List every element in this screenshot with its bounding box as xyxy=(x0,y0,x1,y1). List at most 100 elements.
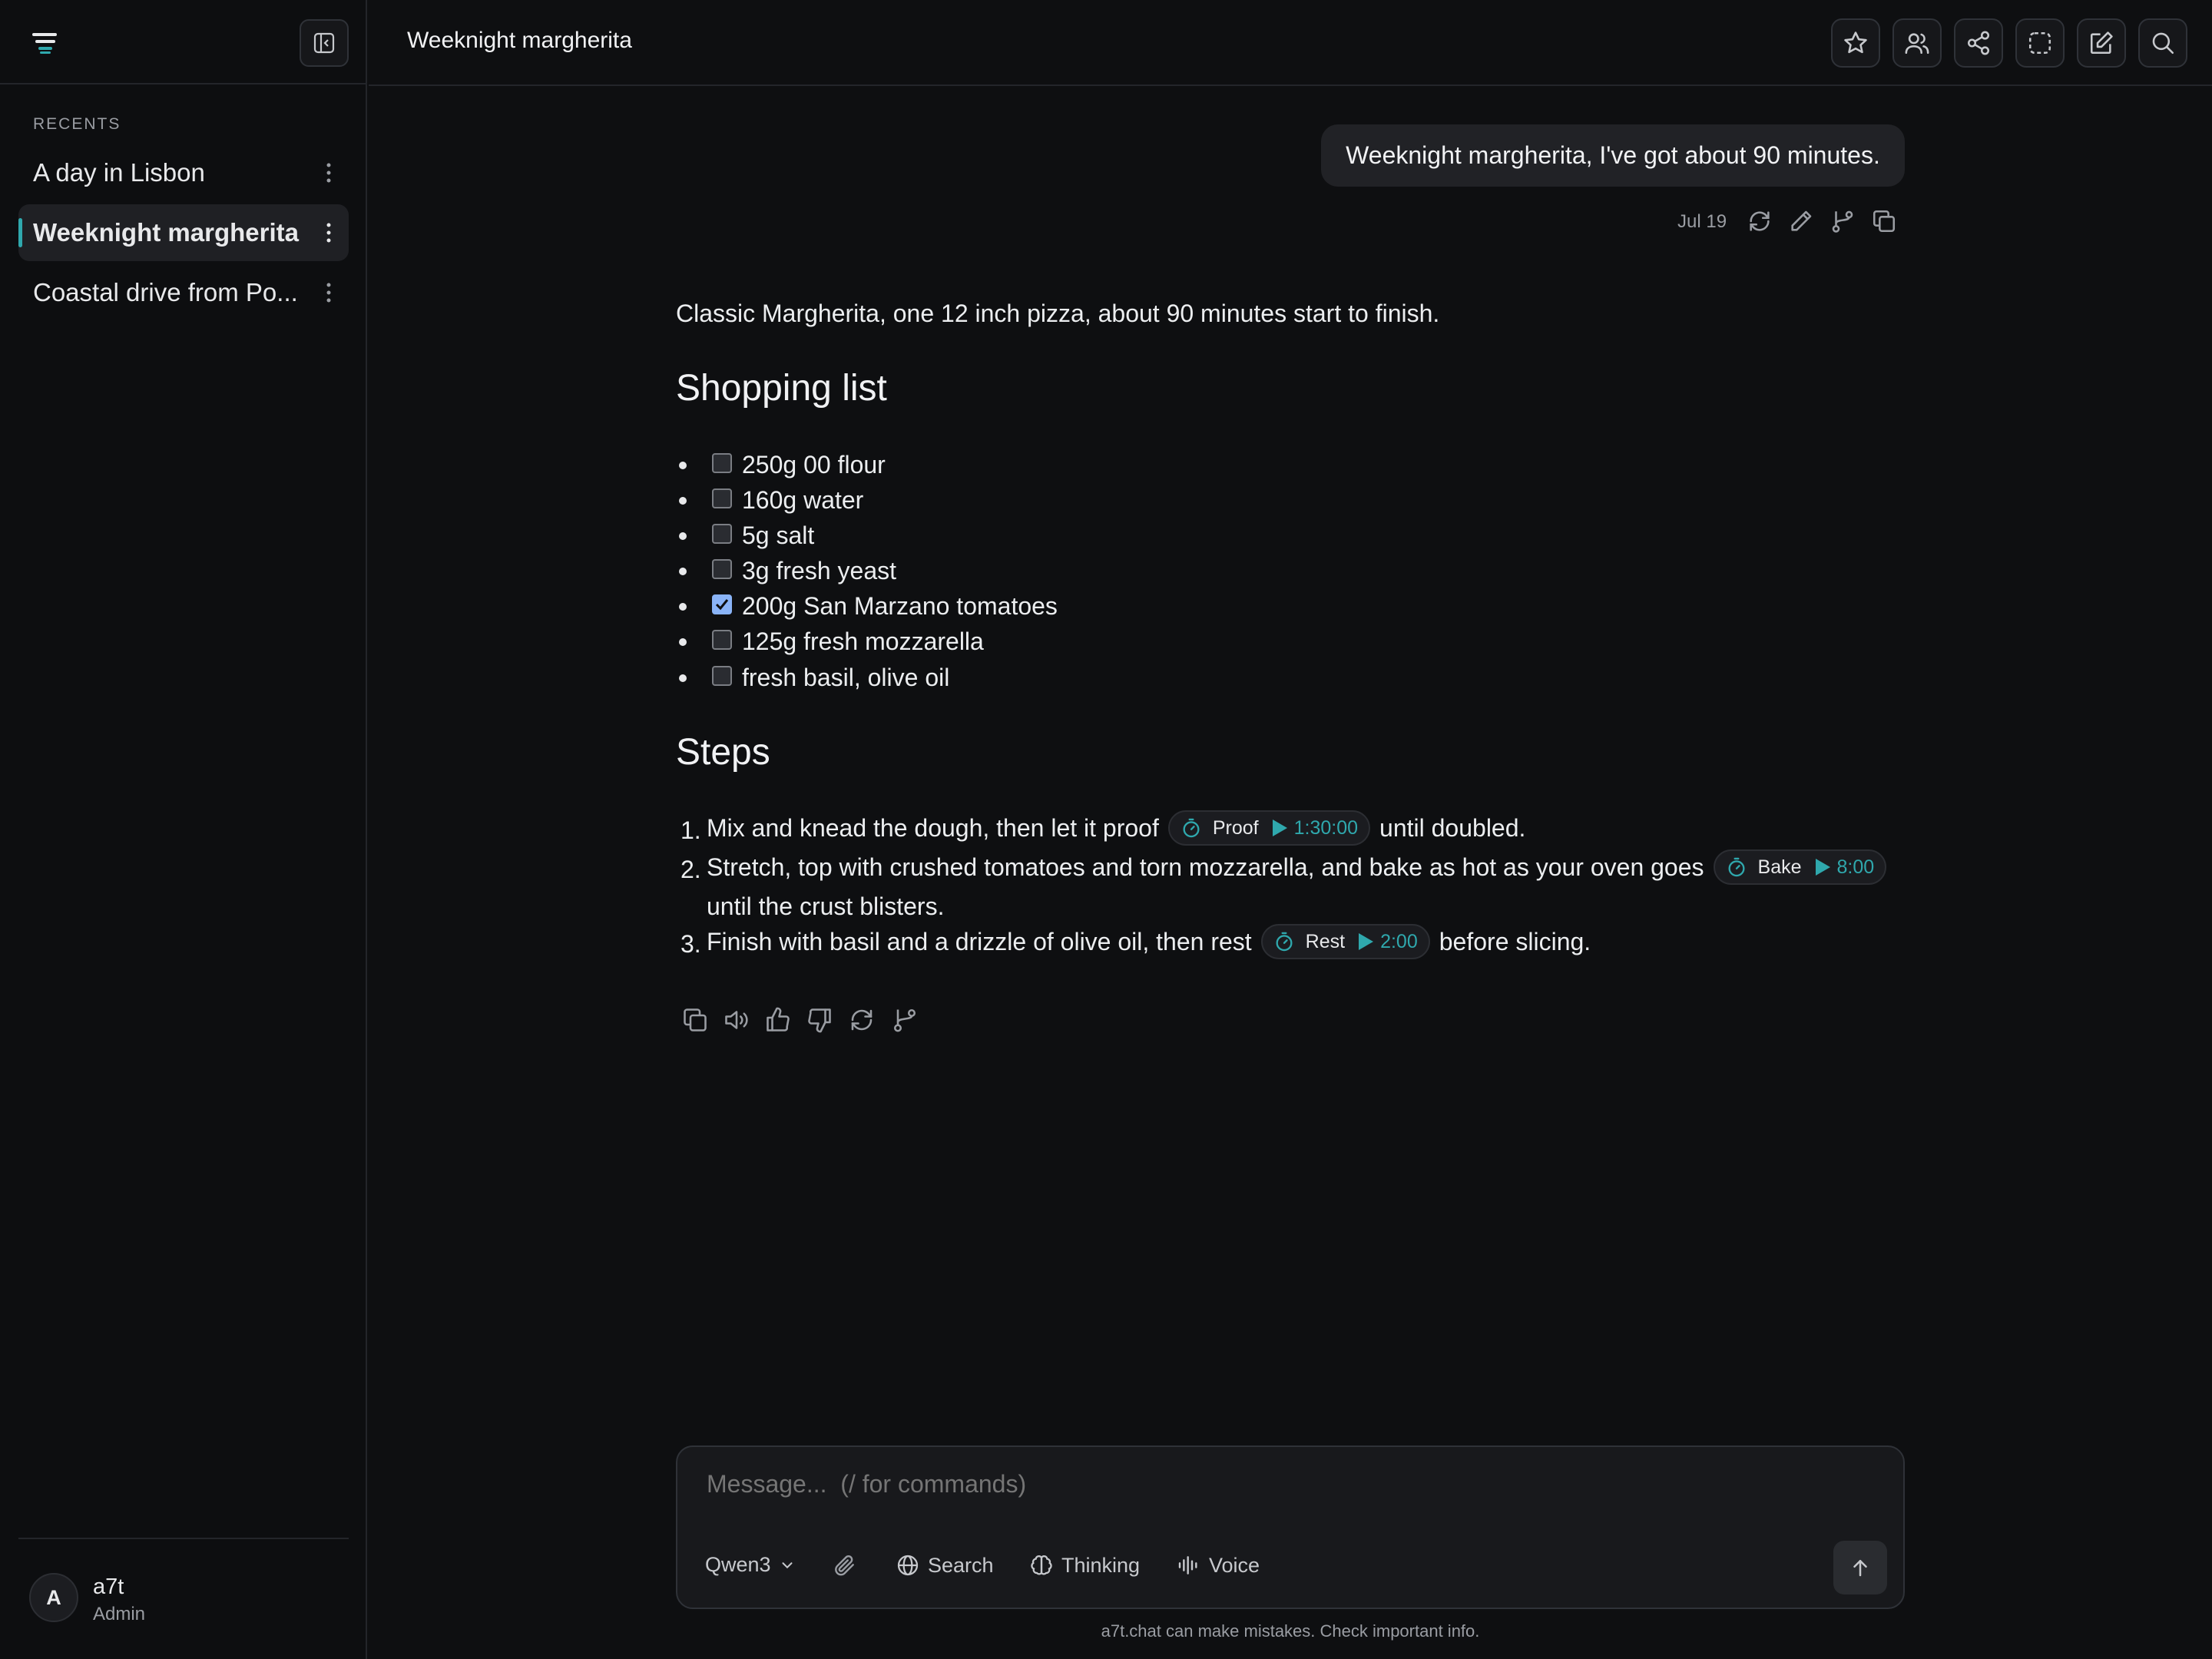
header: Weeknight margherita xyxy=(369,0,2212,86)
timer-rest[interactable]: Rest 2:00 xyxy=(1260,924,1430,959)
thumbs-down-icon[interactable] xyxy=(806,1006,833,1034)
step-number: 1. xyxy=(680,816,701,844)
more-options-icon[interactable] xyxy=(326,161,332,184)
timer-label: Bake xyxy=(1757,856,1802,878)
search-toggle[interactable]: Search xyxy=(896,1553,994,1578)
user-message-text: Weeknight margherita, I've got about 90 … xyxy=(1346,141,1880,169)
avatar[interactable]: A xyxy=(29,1573,78,1622)
sidebar-item-a-day-in-lisbon[interactable]: A day in Lisbon xyxy=(18,144,349,201)
sidebar-collapse-icon xyxy=(313,32,335,54)
audio-waveform-icon xyxy=(1178,1556,1197,1575)
select-region-icon xyxy=(2028,31,2051,55)
copy-icon[interactable] xyxy=(681,1006,709,1034)
arrow-up-icon xyxy=(1853,1560,1867,1577)
sidebar-header xyxy=(0,0,366,84)
attach-button[interactable] xyxy=(833,1553,865,1578)
item-checkbox[interactable] xyxy=(712,630,732,650)
collaborators-button[interactable] xyxy=(1892,18,1942,68)
sidebar-divider xyxy=(18,1538,349,1539)
stopwatch-icon xyxy=(1728,857,1745,877)
sidebar-item-label: Coastal drive from Po... xyxy=(33,278,298,306)
item-text: 5g salt xyxy=(742,522,815,549)
user-name[interactable]: a7t xyxy=(93,1575,124,1600)
star-icon xyxy=(1844,31,1867,54)
brain-icon xyxy=(1031,1555,1052,1575)
favorite-button[interactable] xyxy=(1831,18,1880,68)
globe-icon xyxy=(897,1555,919,1576)
app-logo-icon[interactable] xyxy=(31,31,58,55)
timer-bake[interactable]: Bake 8:00 xyxy=(1713,849,1887,885)
thinking-toggle[interactable]: Thinking xyxy=(1029,1553,1140,1578)
new-chat-button[interactable] xyxy=(2077,18,2126,68)
item-checkbox[interactable] xyxy=(712,666,732,686)
play-icon[interactable] xyxy=(1814,858,1831,876)
bullet xyxy=(679,532,687,540)
item-checkbox[interactable] xyxy=(712,488,732,508)
share-button[interactable] xyxy=(1954,18,2003,68)
step-1: Mix and knead the dough, then let it pro… xyxy=(707,809,1525,847)
regenerate-icon[interactable] xyxy=(848,1006,876,1034)
item-checkbox[interactable] xyxy=(712,524,732,544)
bullet xyxy=(679,674,687,682)
step-text: before slicing. xyxy=(1439,927,1591,955)
sidebar-item-coastal-drive[interactable]: Coastal drive from Po... xyxy=(18,264,349,321)
branch-icon[interactable] xyxy=(891,1006,919,1034)
item-text: fresh basil, olive oil xyxy=(742,664,950,691)
step-2-continuation: until the crust blisters. xyxy=(707,891,944,922)
message-composer: Qwen3 Search Thinking Voice xyxy=(676,1445,1905,1609)
share-icon xyxy=(1967,31,1990,55)
sidebar-item-label: Weeknight margherita xyxy=(33,218,299,247)
collapse-sidebar-button[interactable] xyxy=(300,19,349,67)
item-text: 160g water xyxy=(742,486,864,514)
step-number: 2. xyxy=(680,856,701,883)
play-icon[interactable] xyxy=(1357,932,1374,951)
thumbs-up-icon[interactable] xyxy=(764,1006,792,1034)
sidebar-item-weeknight-margherita[interactable]: Weeknight margherita xyxy=(18,204,349,261)
regenerate-icon[interactable] xyxy=(1747,208,1773,234)
response-intro: Classic Margherita, one 12 inch pizza, a… xyxy=(676,300,1440,327)
search-toggle-label: Search xyxy=(928,1553,994,1577)
new-chat-icon xyxy=(2090,31,2113,55)
edit-icon[interactable] xyxy=(1788,208,1814,234)
timer-proof[interactable]: Proof 1:30:00 xyxy=(1167,810,1371,846)
user-role: Admin xyxy=(93,1604,146,1624)
bullet xyxy=(679,462,687,469)
send-button[interactable] xyxy=(1833,1541,1887,1594)
more-options-icon[interactable] xyxy=(326,281,332,304)
disclaimer: a7t.chat can make mistakes. Check import… xyxy=(1101,1621,1480,1641)
sidebar: RECENTS A day in Lisbon Weeknight marghe… xyxy=(0,0,367,1659)
search-button[interactable] xyxy=(2138,18,2187,68)
voice-button[interactable]: Voice xyxy=(1177,1553,1260,1578)
play-icon[interactable] xyxy=(1271,819,1288,837)
item-checkbox-checked[interactable] xyxy=(712,594,732,614)
steps-heading: Steps xyxy=(676,732,770,773)
stopwatch-icon xyxy=(1276,932,1293,952)
message-input[interactable] xyxy=(707,1470,1859,1498)
timer-duration: 8:00 xyxy=(1836,856,1875,878)
item-checkbox[interactable] xyxy=(712,559,732,579)
item-text: 3g fresh yeast xyxy=(742,557,896,584)
step-text: Finish with basil and a drizzle of olive… xyxy=(707,927,1252,955)
model-selector[interactable]: Qwen3 xyxy=(705,1553,796,1577)
timer-label: Rest xyxy=(1305,930,1346,952)
message-date: Jul 19 xyxy=(1677,211,1727,232)
item-text: 200g San Marzano tomatoes xyxy=(742,592,1058,620)
paperclip-icon xyxy=(835,1555,854,1576)
copy-icon[interactable] xyxy=(1871,208,1897,234)
model-name: Qwen3 xyxy=(705,1553,771,1576)
bullet xyxy=(679,497,687,505)
more-options-icon[interactable] xyxy=(326,221,332,244)
step-number: 3. xyxy=(680,930,701,958)
bullet xyxy=(679,638,687,646)
checkmark-icon xyxy=(715,599,729,611)
recents-label: RECENTS xyxy=(33,115,121,133)
bullet xyxy=(679,603,687,611)
step-text: Mix and knead the dough, then let it pro… xyxy=(707,813,1159,842)
bullet xyxy=(679,568,687,575)
branch-icon[interactable] xyxy=(1830,208,1856,234)
search-icon xyxy=(2152,32,2174,55)
read-aloud-icon[interactable] xyxy=(723,1006,750,1034)
item-text: 250g 00 flour xyxy=(742,451,886,478)
select-region-button[interactable] xyxy=(2015,18,2065,68)
item-checkbox[interactable] xyxy=(712,453,732,473)
